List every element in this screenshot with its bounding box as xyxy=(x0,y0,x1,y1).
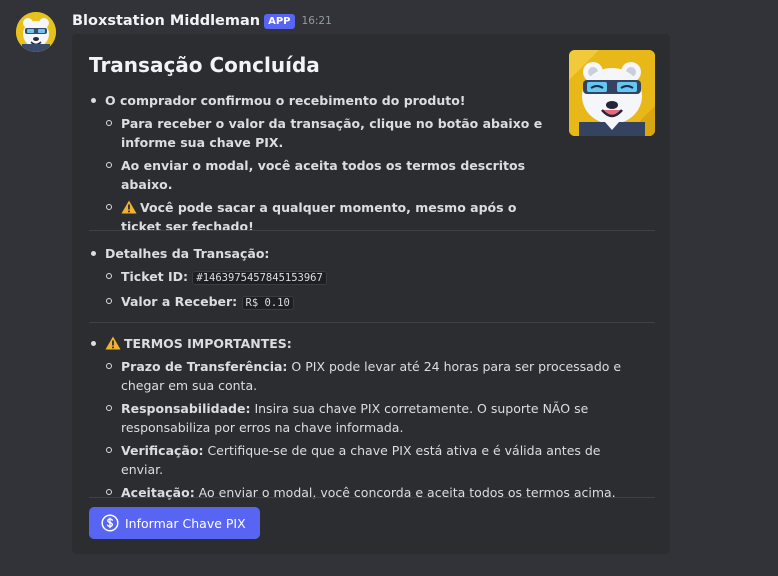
ticket-id-value: #1463975457845153967 xyxy=(192,271,327,285)
term-label: Responsabilidade: xyxy=(121,401,251,416)
ticket-id-label: Ticket ID: xyxy=(121,269,189,284)
message-header: Bloxstation Middleman APP 16:21 xyxy=(72,11,332,31)
amount-item: Valor a Receber: R$ 0.10 xyxy=(89,292,649,313)
author-name[interactable]: Bloxstation Middleman xyxy=(72,13,260,29)
transaction-embed: Transação Concluída O comprador confirmo… xyxy=(72,34,670,554)
polar-bear-mascot-icon xyxy=(16,12,56,52)
dollar-coin-icon xyxy=(101,514,119,532)
embed-thumbnail[interactable] xyxy=(569,50,655,136)
inform-pix-key-label: Informar Chave PIX xyxy=(125,515,246,531)
intro-item: Ao enviar o modal, você aceita todos os … xyxy=(89,156,549,194)
author-avatar[interactable] xyxy=(16,12,56,52)
term-item: Verificação: Certifique-se de que a chav… xyxy=(89,441,644,479)
amount-value: R$ 0.10 xyxy=(241,296,294,310)
terms-section: TERMOS IMPORTANTES: Prazo de Transferênc… xyxy=(89,334,644,502)
details-section: Detalhes da Transação: Ticket ID: #14639… xyxy=(89,244,649,313)
term-label: Verificação: xyxy=(121,443,204,458)
terms-title: TERMOS IMPORTANTES: xyxy=(124,336,292,351)
intro-item: Para receber o valor da transação, cliqu… xyxy=(89,114,549,152)
term-item: Aceitação: Ao enviar o modal, você conco… xyxy=(89,483,644,502)
warning-icon xyxy=(121,200,137,214)
warning-icon xyxy=(105,336,121,350)
amount-label: Valor a Receber: xyxy=(121,294,238,309)
message-timestamp[interactable]: 16:21 xyxy=(302,15,332,27)
polar-bear-mascot-icon xyxy=(569,50,655,136)
section-divider xyxy=(89,322,655,323)
term-item: Responsabilidade: Insira sua chave PIX c… xyxy=(89,399,644,437)
section-divider xyxy=(89,230,655,231)
ticket-id-item: Ticket ID: #1463975457845153967 xyxy=(89,267,649,288)
app-badge: APP xyxy=(264,13,295,29)
inform-pix-key-button[interactable]: Informar Chave PIX xyxy=(89,507,260,539)
intro-main: O comprador confirmou o recebimento do p… xyxy=(89,91,549,110)
section-divider xyxy=(89,497,655,498)
embed-title: Transação Concluída xyxy=(89,53,320,77)
intro-section: O comprador confirmou o recebimento do p… xyxy=(89,91,549,236)
bot-message: Bloxstation Middleman APP 16:21 Transaçã… xyxy=(0,0,778,576)
term-label: Prazo de Transferência: xyxy=(121,359,288,374)
terms-main: TERMOS IMPORTANTES: xyxy=(89,334,644,353)
term-item: Prazo de Transferência: O PIX pode levar… xyxy=(89,357,644,395)
details-main: Detalhes da Transação: xyxy=(89,244,649,263)
intro-warning-text: Você pode sacar a qualquer momento, mesm… xyxy=(121,200,517,234)
